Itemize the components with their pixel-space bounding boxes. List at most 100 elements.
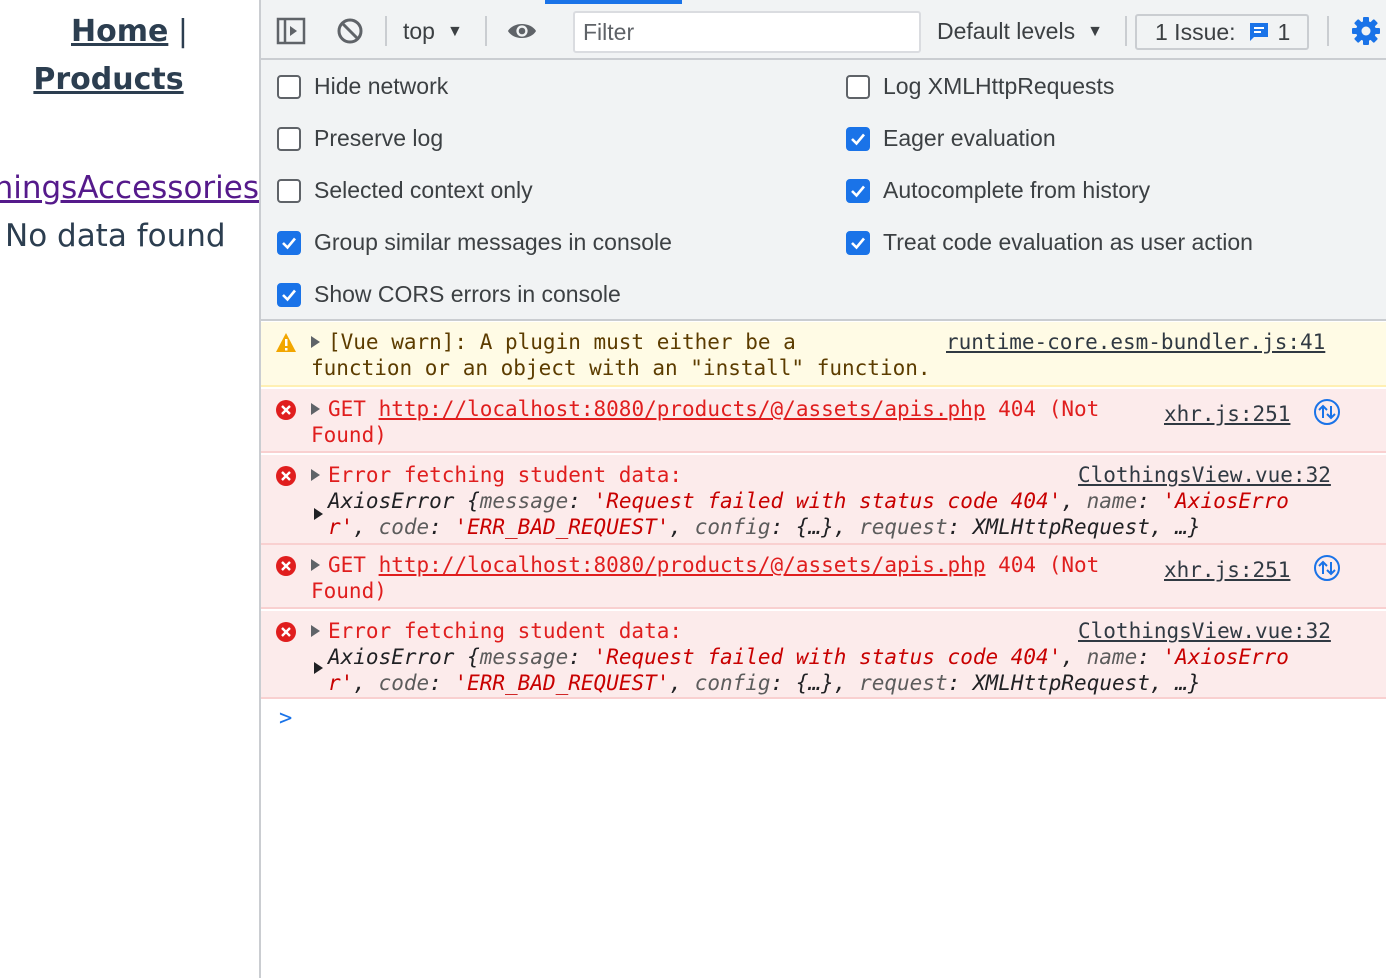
nav-products-link[interactable]: Products — [33, 62, 183, 97]
message-text: Error fetching student data: — [328, 463, 683, 487]
console-warning-message: [Vue warn]: A plugin must either be a fu… — [261, 322, 1386, 387]
expand-triangle-icon[interactable] — [311, 469, 320, 481]
source-link[interactable]: ClothingsView.vue:32 — [1078, 618, 1331, 644]
checkbox-checked[interactable] — [846, 230, 870, 255]
checkbox-unchecked[interactable] — [846, 74, 870, 99]
message-body: [Vue warn]: A plugin must either be a fu… — [311, 329, 931, 381]
empty-message: No data found — [5, 218, 226, 254]
request-status: 404 (Not — [998, 553, 1100, 577]
expand-triangle-icon[interactable] — [311, 336, 320, 348]
checkbox-checked[interactable] — [846, 126, 870, 151]
sidebar-toggle-icon[interactable] — [276, 16, 306, 46]
expand-triangle-icon[interactable] — [311, 559, 320, 571]
setting-option[interactable]: Eager evaluation — [846, 125, 1056, 152]
setting-label: Log XMLHttpRequests — [883, 73, 1115, 99]
message-body: GET http://localhost:8080/products/@/ass… — [311, 396, 1099, 448]
request-status-cont: Found) — [311, 579, 387, 603]
checkbox-unchecked[interactable] — [277, 126, 301, 151]
source-link[interactable]: runtime-core.esm-bundler.js:41 — [946, 329, 1325, 355]
issues-button[interactable]: 1 Issue: 1 — [1135, 14, 1309, 50]
setting-option[interactable]: Preserve log — [277, 125, 443, 152]
request-url-link[interactable]: http://localhost:8080/products/@/assets/… — [379, 397, 986, 421]
top-nav-line2: Products — [0, 62, 217, 97]
setting-label: Eager evaluation — [883, 125, 1056, 151]
setting-option[interactable]: Show CORS errors in console — [277, 281, 621, 308]
console-prompt[interactable]: > — [279, 706, 292, 731]
checkbox-checked[interactable] — [846, 178, 870, 203]
error-icon — [275, 399, 297, 421]
console-error-message: Error fetching student data: AxiosError … — [261, 611, 1386, 699]
active-tab-indicator — [545, 0, 682, 4]
setting-label: Group similar messages in console — [314, 229, 672, 255]
request-method: GET — [328, 397, 366, 421]
toolbar-divider — [1327, 16, 1329, 46]
setting-option[interactable]: Log XMLHttpRequests — [846, 73, 1114, 100]
message-body: GET http://localhost:8080/products/@/ass… — [311, 552, 1099, 604]
console-error-message: GET http://localhost:8080/products/@/ass… — [261, 389, 1386, 453]
request-status: 404 (Not — [998, 397, 1100, 421]
setting-option[interactable]: Selected context only — [277, 177, 533, 204]
expand-triangle-icon[interactable] — [311, 625, 320, 637]
console-error-message: Error fetching student data: AxiosError … — [261, 455, 1386, 545]
setting-option[interactable]: Group similar messages in console — [277, 229, 672, 256]
message-text-cont: function or an object with an "install" … — [311, 356, 931, 380]
category-link[interactable]: ClothingsAccessories — [0, 170, 259, 206]
setting-option[interactable]: Hide network — [277, 73, 448, 100]
expand-triangle-icon[interactable] — [311, 403, 320, 415]
toolbar-divider — [385, 16, 387, 46]
context-label: top — [403, 18, 435, 44]
setting-label: Show CORS errors in console — [314, 281, 621, 307]
issues-count: 1 — [1277, 18, 1291, 45]
app-pane: Home | Products ClothingsAccessories No … — [0, 0, 259, 978]
setting-label: Selected context only — [314, 177, 533, 203]
chevron-down-icon: ▼ — [1087, 23, 1103, 40]
gear-icon[interactable] — [1351, 16, 1381, 46]
context-selector[interactable]: top ▼ — [403, 18, 463, 45]
live-expression-eye-icon[interactable] — [507, 16, 537, 46]
network-request-icon[interactable] — [1313, 554, 1341, 582]
axios-error-object-cont: r', code: 'ERR_BAD_REQUEST', config: {…}… — [328, 515, 1201, 539]
message-text: Error fetching student data: — [328, 619, 683, 643]
setting-label: Autocomplete from history — [883, 177, 1151, 203]
setting-label: Preserve log — [314, 125, 444, 151]
issues-label: 1 Issue: — [1155, 18, 1236, 45]
message-text: [Vue warn]: A plugin must either be a — [328, 330, 796, 354]
clear-console-icon[interactable] — [335, 16, 365, 46]
warning-icon — [275, 332, 297, 354]
nav-separator: | — [177, 14, 188, 49]
axios-error-object-cont: r', code: 'ERR_BAD_REQUEST', config: {…}… — [328, 671, 1201, 695]
axios-error-object[interactable]: AxiosError {message: 'Request failed wit… — [311, 644, 1289, 670]
request-url-link[interactable]: http://localhost:8080/products/@/assets/… — [379, 553, 986, 577]
error-icon — [275, 621, 297, 643]
setting-option[interactable]: Autocomplete from history — [846, 177, 1150, 204]
checkbox-checked[interactable] — [277, 230, 301, 255]
error-icon — [275, 555, 297, 577]
expand-object-triangle-icon[interactable] — [314, 508, 323, 520]
console-error-message: GET http://localhost:8080/products/@/ass… — [261, 545, 1386, 609]
checkbox-checked[interactable] — [277, 282, 301, 307]
source-link[interactable]: xhr.js:251 — [1164, 557, 1290, 583]
log-levels-label: Default levels — [937, 18, 1076, 44]
setting-label: Treat code evaluation as user action — [883, 229, 1253, 255]
filter-input[interactable] — [573, 11, 921, 53]
nav-home-link[interactable]: Home — [71, 14, 168, 49]
console-settings-panel: Hide network Preserve log Selected context… — [261, 60, 1386, 321]
network-request-icon[interactable] — [1313, 398, 1341, 426]
devtools-console: top ▼ Default levels ▼ 1 Issue: 1 Hide net… — [259, 0, 1386, 978]
setting-option[interactable]: Treat code evaluation as user action — [846, 229, 1253, 256]
console-toolbar: top ▼ Default levels ▼ 1 Issue: 1 — [261, 0, 1386, 60]
checkbox-unchecked[interactable] — [277, 178, 301, 203]
log-levels-dropdown[interactable]: Default levels ▼ — [937, 18, 1103, 45]
top-nav: Home | — [0, 14, 259, 49]
expand-object-triangle-icon[interactable] — [314, 662, 323, 674]
setting-label: Hide network — [314, 73, 449, 99]
message-icon — [1248, 21, 1270, 43]
error-icon — [275, 465, 297, 487]
checkbox-unchecked[interactable] — [277, 74, 301, 99]
toolbar-divider — [1125, 16, 1127, 46]
request-method: GET — [328, 553, 366, 577]
axios-error-object[interactable]: AxiosError {message: 'Request failed wit… — [311, 488, 1289, 514]
source-link[interactable]: xhr.js:251 — [1164, 401, 1290, 427]
chevron-down-icon: ▼ — [446, 23, 463, 40]
source-link[interactable]: ClothingsView.vue:32 — [1078, 462, 1331, 488]
